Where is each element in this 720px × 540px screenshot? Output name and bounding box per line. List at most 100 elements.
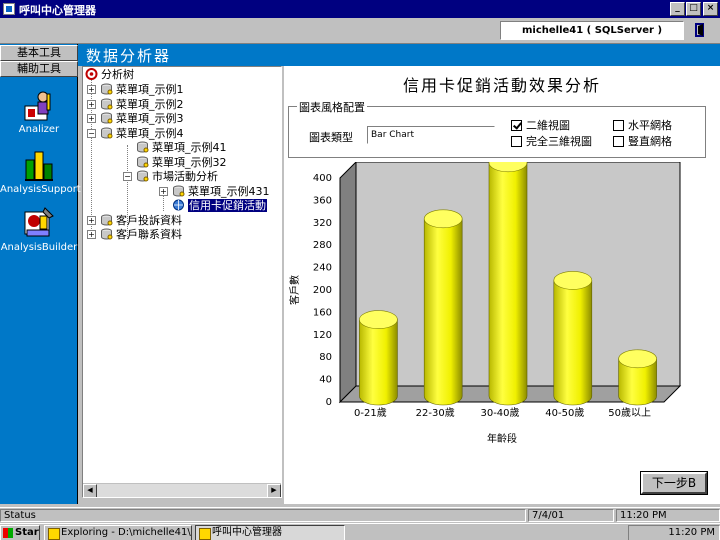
checkbox-2d-view-label: 二維視圖 [526,119,570,132]
tool-analizer-label: Analizer [18,124,60,135]
status-text: Status [0,509,526,522]
database-icon [101,214,113,225]
analysis-tree-panel[interactable]: 分析树 + 菜單項_示例1 + 菜單項_示例2 + 菜單項_示例3− 菜單項_示例4 菜單項_… [82,66,282,498]
tree-node-label: 客戶投訴資料 [116,213,182,227]
analysis-builder-icon [24,207,54,237]
start-button[interactable]: Start [0,525,40,540]
tree-node[interactable]: + 菜單項_示例431 [159,185,270,199]
y-tick-label: 280 [313,240,332,251]
checkbox-vertical-grid[interactable]: 豎直網格 [613,136,672,149]
bar [359,319,398,406]
tree-expand-toggle[interactable]: + [87,99,96,109]
tree-node-label: 菜單項_示例2 [116,97,184,111]
checkbox-2d-view-box[interactable] [511,120,522,131]
bar-top [423,209,463,229]
tree-node[interactable]: 信用卡促銷活動 [159,199,267,213]
checkbox-vertical-grid-box[interactable] [613,136,624,147]
x-tick-label: 50歲以上 [608,406,651,419]
task-button-explorer[interactable]: Exploring - D:\michelle41\... [44,525,192,540]
chart-type-select[interactable]: Bar Chart [367,126,495,144]
y-tick-label: 160 [313,307,332,318]
tree-node-label: 客戶聯系資料 [116,228,182,241]
task-button-call-center[interactable]: 呼叫中心管理器 [195,525,345,540]
tree-root[interactable]: 分析树 [85,68,134,82]
checkbox-horizontal-grid-box[interactable] [613,120,624,131]
user-connection-label: michelle41 ( SQLServer ) [500,21,684,40]
tree-root-icon [85,68,98,80]
checkbox-2d-view[interactable]: 二維視圖 [511,120,570,133]
tree-node[interactable]: + 菜單項_示例3 [87,112,184,126]
checkbox-full-3d-view-label: 完全三維視圖 [526,135,592,148]
database-icon [101,83,113,95]
tool-analysis-support[interactable]: AnalysisSupport [0,148,81,195]
tool-analysis-support-label: AnalysisSupport [0,184,81,195]
tree-horizontal-scrollbar[interactable]: ◀ ▶ [83,483,281,497]
tree-node-label: 菜單項_示例431 [188,184,270,198]
minimize-button[interactable]: _ [670,2,685,16]
y-tick-label: 80 [319,352,332,363]
x-tick-label: 22-30歲 [416,406,455,419]
bar [488,162,528,406]
tree-node-label: 菜單項_示例41 [152,141,227,154]
chart-type-label: 圖表類型 [309,131,353,144]
tree-node[interactable]: + 客戶投訴資料 [87,214,182,228]
page-header: 数据分析器 [78,44,720,66]
scroll-left-button[interactable]: ◀ [83,484,97,497]
tree-node-label: 市場活動分析 [152,170,218,183]
tree-expand-toggle[interactable]: + [87,114,96,123]
database-icon [101,127,113,138]
chart-side-wall [339,162,357,404]
tool-analysis-builder[interactable]: AnalysisBuilder [0,206,78,253]
toolbar: michelle41 ( SQLServer ) [0,18,720,44]
database-icon [101,112,113,124]
status-time: 11:20 PM [616,509,720,522]
tree-node[interactable]: + 客戶聯系資料 [87,228,182,242]
tool-analizer[interactable]: Analizer [0,88,78,135]
close-button[interactable]: × [703,2,718,16]
x-tick-label: 0-21歲 [354,406,387,419]
analysis-support-icon [25,151,53,181]
bar-top [618,349,657,369]
exit-door-icon[interactable] [692,22,708,38]
tree-collapse-toggle[interactable]: − [87,128,96,138]
maximize-button[interactable]: □ [686,2,701,16]
checkbox-full-3d-view[interactable]: 完全三維視圖 [511,136,592,149]
taskbar: Start Exploring - D:\michelle41\... 呼叫中心… [0,523,720,540]
checkbox-horizontal-grid[interactable]: 水平網格 [613,120,672,133]
checkbox-full-3d-view-box[interactable] [511,136,522,147]
page-title: 数据分析器 [86,47,172,65]
tree-expand-toggle[interactable]: + [87,215,96,225]
window-titlebar[interactable]: 呼叫中心管理器 _ □ × [0,0,720,18]
database-icon [137,141,149,153]
y-tick-label: 0 [326,397,332,408]
tab-auxiliary-tools[interactable]: 輔助工具 [0,61,78,77]
tree-expand-toggle[interactable]: + [87,85,96,94]
tree-node[interactable]: + 菜單項_示例2 [87,98,184,112]
tree-expand-toggle[interactable]: + [159,186,168,196]
tree-node-label: 信用卡促銷活動 [188,199,267,212]
tree-node[interactable]: 菜單項_示例32 [123,156,227,170]
tree-expand-toggle[interactable]: + [87,230,96,239]
system-tray-clock: 11:20 PM [628,525,720,540]
tree-collapse-toggle[interactable]: − [123,172,132,181]
bar-top [553,271,593,290]
scroll-right-button[interactable]: ▶ [267,484,281,497]
y-tick-label: 40 [319,375,332,386]
y-tick-label: 200 [313,285,332,296]
checkbox-vertical-grid-label: 豎直網格 [628,135,672,148]
tab-basic-tools[interactable]: 基本工具 [0,45,78,61]
bar-top [359,310,398,329]
y-axis-label: 客戶數 [288,275,301,305]
chart-title: 信用卡促銷活動效果分析 [402,76,601,95]
database-icon [173,185,185,196]
x-tick-label: 30-40歲 [480,406,519,419]
next-step-button[interactable]: 下一步B [641,472,707,494]
tree-node-label: 菜單項_示例32 [152,155,227,169]
tree-node[interactable]: + 菜單項_示例1 [87,83,184,97]
tree-node[interactable]: − 市場活動分析 [123,170,218,184]
tree-node[interactable]: − 菜單項_示例4 [87,127,184,141]
app-icon[interactable] [3,3,15,15]
window-title: 呼叫中心管理器 [19,4,96,17]
checkbox-horizontal-grid-label: 水平網格 [628,119,672,132]
tree-node[interactable]: 菜單項_示例41 [123,141,227,155]
